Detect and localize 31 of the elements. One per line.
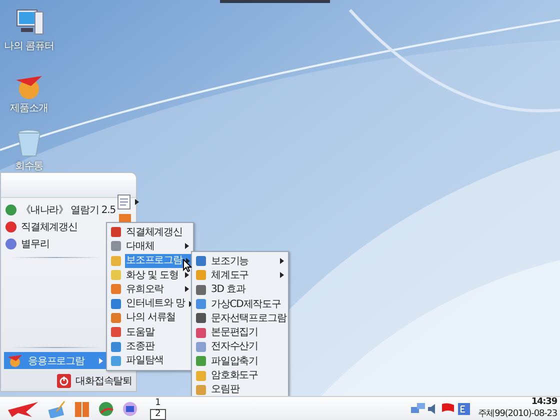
menu-item[interactable]: 별무리 xyxy=(5,237,50,250)
menu-item[interactable]: 파일탐색 xyxy=(107,354,193,368)
menu-item[interactable]: 암호화도구 xyxy=(192,368,288,383)
workspace-button[interactable]: 2 xyxy=(150,408,166,420)
menu-item[interactable]: 파일압축기 xyxy=(192,354,288,368)
icon-label: 나의 콤퓨터 xyxy=(4,40,54,53)
clock-time: 14:39 xyxy=(531,397,557,407)
logout-button[interactable]: 대화접속탈퇴 xyxy=(56,374,132,388)
icon-label: 제품소개 xyxy=(10,102,48,115)
menu-item[interactable]: 3D 효과 xyxy=(192,282,288,297)
menu-item[interactable]: 《내나라》 열람기 2.5 xyxy=(5,203,116,216)
menu-item[interactable]: 가상CD제작도구 xyxy=(192,296,288,312)
menu-item[interactable]: 오림판 xyxy=(192,382,288,397)
menu-item[interactable]: 문자선택프로그람 xyxy=(192,311,288,326)
menu-item[interactable]: 화상 및 도형 xyxy=(107,268,193,282)
menu-item[interactable]: 보조기능 xyxy=(192,254,288,268)
programs-menu-item[interactable]: 응용프로그람 xyxy=(4,352,107,369)
menu-item[interactable]: 다매체 xyxy=(107,239,193,254)
menu-item[interactable]: 직결체계갱신 xyxy=(5,220,78,233)
menu-item[interactable]: 조종판 xyxy=(107,339,193,354)
menu-item[interactable]: 인터네트와 망 xyxy=(107,296,193,311)
workspace-button[interactable]: 1 xyxy=(150,398,166,408)
icon-label: 회수통 xyxy=(14,160,44,173)
menu-item[interactable]: 도움말 xyxy=(107,325,193,340)
menu-item[interactable]: 직결체계갱신 xyxy=(107,225,193,240)
menu-item[interactable]: 본문편집기 xyxy=(192,325,288,340)
menu-item[interactable]: 유희오락 xyxy=(107,282,193,296)
menu-item[interactable]: 체계도구 xyxy=(192,268,288,283)
menu-item[interactable]: 전자수산기 xyxy=(192,340,288,354)
clock-date: 주체99(2010)-08-23 xyxy=(478,408,557,420)
menu-item[interactable]: 나의 서류철 xyxy=(107,310,193,326)
